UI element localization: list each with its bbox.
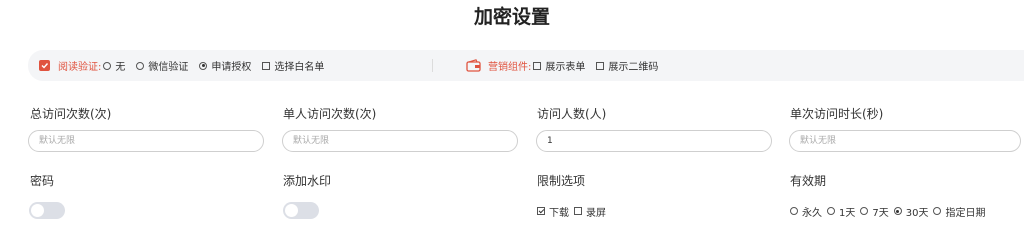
validity-option-1day[interactable]: 1天 [827,204,855,219]
validity-options: 永久 1天 7天 30天 指定日期 [790,204,990,219]
read-verify-group: 阅读验证: 无 微信验证 申请授权 选择白名单 [38,50,335,81]
duration-input[interactable] [789,130,1021,152]
restriction-download-label: 下载 [549,207,569,219]
radio-selected-icon [893,207,902,215]
read-verify-option-wechat[interactable]: 微信验证 [136,58,188,73]
radio-icon [136,61,145,70]
validity-option-30days[interactable]: 30天 [893,204,929,219]
marketing-option-form[interactable]: 展示表单 [533,58,585,73]
validity-option-forever[interactable]: 永久 [790,204,822,219]
restriction-download-checkbox[interactable]: 下载 [537,204,569,219]
read-verify-label: 阅读验证: [58,62,102,73]
radio-icon [933,207,942,215]
restrictions-options: 下载 录屏 [537,204,611,219]
page-title: 加密设置 [473,6,550,28]
validity-option-30days-label: 30天 [905,207,929,219]
password-toggle[interactable] [29,202,65,219]
radio-icon [103,61,112,70]
restrictions-label: 限制选项 [537,174,586,188]
validity-option-custom-date[interactable]: 指定日期 [933,204,985,219]
whitelist-label: 选择白名单 [274,62,325,73]
validity-option-7days-label: 7天 [872,207,889,219]
watermark-toggle[interactable] [283,202,319,219]
validity-option-1day-label: 1天 [839,207,856,219]
single-visits-input[interactable] [282,130,518,152]
watermark-label: 添加水印 [283,174,332,188]
validity-label: 有效期 [790,174,827,188]
checkbox-icon [574,207,582,215]
marketing-group: 营销组件: 展示表单 展示二维码 [466,50,669,81]
read-verify-option-none-label: 无 [115,62,126,73]
read-verify-option-none[interactable]: 无 [103,58,125,73]
wallet-icon [466,59,481,72]
checkbox-icon [533,61,542,70]
visitors-label: 访问人数(人) [537,107,607,121]
validity-option-forever-label: 永久 [802,207,822,219]
restriction-record-checkbox[interactable]: 录屏 [574,204,606,219]
checkbox-icon [596,61,605,70]
whitelist-checkbox[interactable]: 选择白名单 [262,58,324,73]
divider [432,59,433,72]
shield-check-icon [39,60,50,71]
checkbox-checked-icon [537,207,545,215]
visitors-input[interactable] [536,130,772,152]
radio-selected-icon [199,61,208,70]
radio-icon [860,207,869,215]
marketing-label: 营销组件: [488,62,532,73]
marketing-option-form-label: 展示表单 [545,62,586,73]
validity-option-custom-date-label: 指定日期 [945,207,986,219]
password-label: 密码 [30,174,55,188]
total-visits-input[interactable] [28,130,264,152]
checkbox-icon [262,61,271,70]
total-visits-label: 总访问次数(次) [30,107,112,121]
duration-label: 单次访问时长(秒) [790,107,884,121]
marketing-option-qrcode[interactable]: 展示二维码 [596,58,658,73]
read-verify-option-wechat-label: 微信验证 [148,62,189,73]
read-verify-option-apply-label: 申请授权 [211,62,252,73]
restriction-record-label: 录屏 [586,207,606,219]
single-visits-label: 单人访问次数(次) [283,107,377,121]
marketing-option-qrcode-label: 展示二维码 [608,62,659,73]
radio-icon [790,207,798,215]
settings-bar: 阅读验证: 无 微信验证 申请授权 选择白名单 营销组件: 展示表单 展示二维码 [28,50,1024,81]
validity-option-7days[interactable]: 7天 [860,204,889,219]
radio-icon [827,207,835,215]
read-verify-option-apply[interactable]: 申请授权 [199,58,251,73]
